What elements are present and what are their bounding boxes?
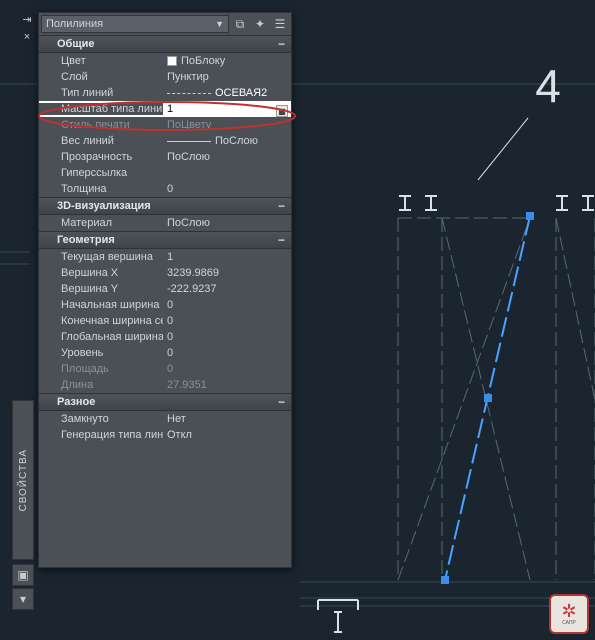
collapse-icon[interactable]: − (278, 37, 285, 51)
value-material[interactable]: ПоСлою (163, 217, 291, 229)
gear-icon: ✲ (561, 602, 576, 620)
label-material: Материал (39, 217, 163, 229)
label-vy: Вершина Y (39, 283, 163, 295)
label-length: Длина (39, 379, 163, 391)
value-color[interactable]: ПоБлоку (163, 55, 291, 67)
label-ltscale: Масштаб типа линий (39, 103, 163, 115)
object-type-value: Полилиния (46, 18, 103, 30)
value-lweight[interactable]: ПоСлою (163, 135, 291, 147)
value-closed[interactable]: Нет (163, 413, 291, 425)
collapse-icon[interactable]: − (278, 233, 285, 247)
panel-options-icon[interactable]: ▣ (12, 564, 34, 586)
value-linetype[interactable]: ОСЕВАЯ2 (163, 87, 291, 99)
select-objects-icon[interactable]: ✦ (251, 15, 269, 33)
value-layer[interactable]: Пунктир (163, 71, 291, 83)
label-globalw: Глобальная ширина (39, 331, 163, 343)
value-elev[interactable]: 0 (163, 347, 291, 359)
quick-select-icon[interactable]: ⧉ (231, 15, 249, 33)
section-general[interactable]: Общие− (39, 35, 291, 53)
collapse-icon[interactable]: − (278, 199, 285, 213)
label-lweight: Вес линий (39, 135, 163, 147)
axis-number: 4 (535, 60, 561, 112)
value-ltgen[interactable]: Откл (163, 429, 291, 441)
value-globalw[interactable]: 0 (163, 331, 291, 343)
label-transp: Прозрачность (39, 151, 163, 163)
chevron-down-icon: ▼ (215, 19, 224, 29)
label-hyper: Гиперссылка (39, 167, 163, 179)
value-ltscale[interactable]: 1▦ (163, 103, 291, 115)
value-thick[interactable]: 0 (163, 183, 291, 195)
label-area: Площадь (39, 363, 163, 375)
value-endw[interactable]: 0 (163, 315, 291, 327)
section-3dviz[interactable]: 3D-визуализация− (39, 197, 291, 215)
properties-panel: Полилиния ▼ ⧉ ✦ ☰ Общие− ЦветПоБлоку Сло… (38, 12, 292, 568)
value-vy[interactable]: -222.9237 (163, 283, 291, 295)
section-misc[interactable]: Разное− (39, 393, 291, 411)
grip-end (441, 576, 449, 584)
value-plotstyle: ПоЦвету (163, 119, 291, 131)
watermark-logo: ✲ САПР (549, 594, 589, 634)
label-endw: Конечная ширина се... (39, 315, 163, 327)
calculator-icon[interactable]: ▦ (276, 105, 288, 117)
value-vx[interactable]: 3239.9869 (163, 267, 291, 279)
value-curvtx[interactable]: 1 (163, 251, 291, 263)
grip-mid (484, 394, 492, 402)
close-x-icon[interactable]: × (20, 30, 34, 44)
label-ltgen: Генерация типа линий (39, 429, 163, 441)
color-swatch-icon (167, 56, 177, 66)
label-curvtx: Текущая вершина (39, 251, 163, 263)
label-thick: Толщина (39, 183, 163, 195)
section-geometry[interactable]: Геометрия− (39, 231, 291, 249)
label-layer: Слой (39, 71, 163, 83)
label-vx: Вершина X (39, 267, 163, 279)
label-color: Цвет (39, 55, 163, 67)
collapse-icon[interactable]: − (278, 395, 285, 409)
grip-start (526, 212, 534, 220)
label-closed: Замкнуто (39, 413, 163, 425)
value-area: 0 (163, 363, 291, 375)
toggle-pickadd-icon[interactable]: ☰ (271, 15, 289, 33)
pin-icon[interactable]: ⇥ (20, 12, 34, 26)
value-transp[interactable]: ПоСлою (163, 151, 291, 163)
panel-menu-icon[interactable]: ▾ (12, 588, 34, 610)
value-startw[interactable]: 0 (163, 299, 291, 311)
object-type-dropdown[interactable]: Полилиния ▼ (41, 15, 229, 33)
properties-vertical-tab[interactable]: СВОЙСТВА (12, 400, 34, 560)
label-startw: Начальная ширина с... (39, 299, 163, 311)
value-length: 27.9351 (163, 379, 291, 391)
label-elev: Уровень (39, 347, 163, 359)
label-plotstyle: Стиль печати (39, 119, 163, 131)
label-linetype: Тип линий (39, 87, 163, 99)
